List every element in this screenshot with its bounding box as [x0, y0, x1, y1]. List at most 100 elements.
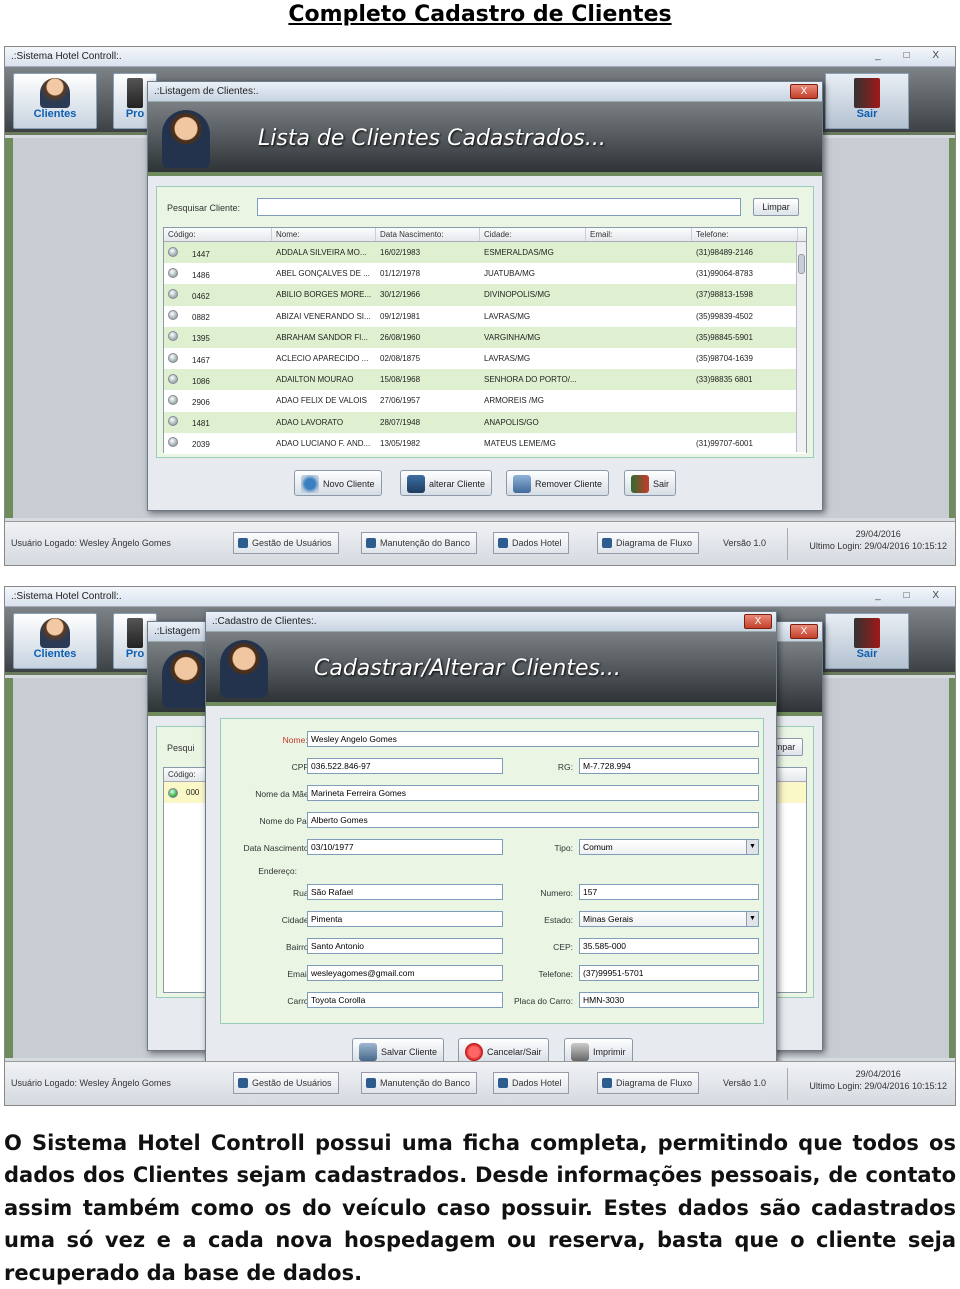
chevron-down-icon[interactable]: ▼: [746, 840, 758, 854]
nascimento-field[interactable]: 03/10/1977: [307, 839, 503, 855]
toolbar-sair-button[interactable]: Sair: [825, 613, 909, 669]
search-label: Pesquisar Cliente:: [167, 203, 241, 213]
cpf-field[interactable]: 036.522.846-97: [307, 758, 503, 774]
table-scrollbar[interactable]: [796, 242, 806, 452]
col-email[interactable]: Email:: [586, 228, 692, 241]
screenshot-client-list: .:Sistema Hotel Controll:. _ □ X Cliente…: [4, 46, 956, 566]
placa-field[interactable]: HMN-3030: [579, 992, 759, 1008]
carro-field[interactable]: Toyota Corolla: [307, 992, 503, 1008]
scroll-thumb[interactable]: [798, 254, 805, 274]
row-radio-icon[interactable]: [168, 416, 178, 427]
tipo-value: Comum: [583, 842, 613, 852]
close-icon[interactable]: X: [790, 84, 818, 99]
table-row[interactable]: 1447 ADDALA SILVEIRA MO... 16/02/1983 ESMER…: [164, 242, 806, 264]
cell-codigo: 1447: [192, 249, 210, 259]
rua-field[interactable]: São Rafael: [307, 884, 503, 900]
table-row[interactable]: 2039 ADAO LUCIANO F. AND... 13/05/1982 MATE…: [164, 432, 806, 454]
nome-field[interactable]: Wesley Angelo Gomes: [307, 731, 759, 747]
imprimir-label: Imprimir: [593, 1047, 626, 1057]
estado-select[interactable]: Minas Gerais ▼: [579, 911, 759, 927]
salvar-cliente-label: Salvar Cliente: [381, 1047, 438, 1057]
remover-cliente-label: Remover Cliente: [535, 479, 603, 489]
search-input[interactable]: [257, 198, 741, 216]
col-telefone[interactable]: Telefone:: [692, 228, 798, 241]
remove-user-icon: [513, 475, 531, 493]
table-row[interactable]: 1395 ABRAHAM SANDOR FI... 26/08/1960 VARGIN…: [164, 326, 806, 348]
row-selected-icon: [168, 787, 178, 798]
gestao-usuarios-button[interactable]: Gestão de Usuários: [233, 1072, 339, 1094]
window-controls[interactable]: _ □ X: [875, 50, 949, 61]
diagrama-fluxo-button[interactable]: Diagrama de Fluxo: [597, 1072, 700, 1094]
email-field[interactable]: wesleyagomes@gmail.com: [307, 965, 503, 981]
toolbar-clientes-button[interactable]: Clientes: [13, 613, 97, 669]
toolbar-sair-label: Sair: [856, 108, 878, 120]
table-row[interactable]: 1486 ABEL GONÇALVES DE ... 01/12/1978 JUATU…: [164, 263, 806, 285]
app-titlebar: .:Sistema Hotel Controll:. _ □ X: [5, 47, 955, 67]
exit-door-icon: [854, 618, 880, 648]
numero-field[interactable]: 157: [579, 884, 759, 900]
manutencao-banco-button[interactable]: Manutenção do Banco: [361, 1072, 478, 1094]
bairro-field[interactable]: Santo Antonio: [307, 938, 503, 954]
cell-tel: (35)98704-1639: [696, 354, 753, 364]
table-row[interactable]: 2906 ADAO FELIX DE VALOIS 27/06/1957 ARMORE…: [164, 390, 806, 412]
row-radio-icon[interactable]: [168, 310, 178, 321]
cell-cidade: MATEUS LEME/MG: [484, 438, 556, 448]
cell-cidade: ESMERALDAS/MG: [484, 248, 554, 258]
row-radio-icon[interactable]: [168, 267, 178, 278]
toolbar-clientes-button[interactable]: Clientes: [13, 73, 97, 129]
cell-nome: ABIZAI VENERANDO SI...: [276, 311, 371, 321]
cep-field[interactable]: 35.585-000: [579, 938, 759, 954]
close-icon[interactable]: X: [744, 614, 772, 629]
table-row[interactable]: 1467 ACLECIO APARECIDO ... 02/08/1875 LAVRA…: [164, 347, 806, 370]
cell-cidade: LAVRAS/MG: [484, 311, 531, 321]
clients-table: Código: Nome: Data Nascimento: Cidade: E…: [163, 227, 807, 454]
table-row[interactable]: 1481 ADAO LAVORATO 28/07/1948 ANAPOLIS/GO: [164, 411, 806, 433]
list-window-title: .:Listagem: [154, 626, 201, 637]
alterar-cliente-button[interactable]: alterar Cliente: [400, 470, 493, 496]
row-radio-icon[interactable]: [168, 394, 178, 405]
row-radio-icon[interactable]: [168, 437, 178, 448]
table-row[interactable]: 1086 ADAILTON MOURAO 15/08/1968 SENHORA DO …: [164, 369, 806, 391]
status-last-login: Ultimo Login: 29/04/2016 10:15:12: [809, 1081, 947, 1091]
food-icon: [127, 78, 143, 108]
telefone-field[interactable]: (37)99951-5701: [579, 965, 759, 981]
row-radio-icon[interactable]: [168, 331, 178, 342]
rg-field[interactable]: M-7.728.994: [579, 758, 759, 774]
row-radio-icon[interactable]: [168, 288, 178, 299]
gestao-usuarios-button[interactable]: Gestão de Usuários: [233, 532, 339, 554]
table-row[interactable]: 0462 ABILIO BORGES MORE... 30/12/1966 DIVIN…: [164, 284, 806, 306]
dados-hotel-button[interactable]: Dados Hotel: [493, 532, 569, 554]
pai-field[interactable]: Alberto Gomes: [307, 812, 759, 828]
sair-button[interactable]: Sair: [624, 470, 677, 496]
row-radio-icon[interactable]: [168, 352, 178, 363]
chevron-down-icon[interactable]: ▼: [746, 912, 758, 926]
limpar-button[interactable]: Limpar: [753, 198, 799, 216]
col-cidade[interactable]: Cidade:: [480, 228, 586, 241]
diagrama-fluxo-button[interactable]: Diagrama de Fluxo: [597, 532, 700, 554]
manutencao-banco-button[interactable]: Manutenção do Banco: [361, 532, 478, 554]
alterar-cliente-label: alterar Cliente: [429, 479, 486, 489]
col-nascimento[interactable]: Data Nascimento:: [376, 228, 480, 241]
status-user: Usuário Logado: Wesley Ângelo Gomes: [11, 1078, 171, 1088]
client-form-window: .:Cadastro de Clientes:. X Cadastrar/Alt…: [205, 611, 777, 1079]
mae-field[interactable]: Marineta Ferreira Gomes: [307, 785, 759, 801]
login-info: 29/04/2016 Ultimo Login: 29/04/2016 10:1…: [809, 528, 947, 552]
remover-cliente-button[interactable]: Remover Cliente: [506, 470, 610, 496]
window-controls[interactable]: _ □ X: [875, 590, 949, 601]
cell-nome: ADAO FELIX DE VALOIS: [276, 396, 367, 406]
pai-label: Nome do Pai:: [259, 816, 312, 826]
exit-door-icon: [631, 475, 649, 493]
form-window-title: .:Cadastro de Clientes:.: [212, 616, 317, 627]
tipo-select[interactable]: Comum ▼: [579, 839, 759, 855]
novo-cliente-button[interactable]: Novo Cliente: [294, 470, 382, 496]
table-row[interactable]: 0882 ABIZAI VENERANDO SI... 09/12/1981 LAVR…: [164, 305, 806, 327]
row-radio-icon[interactable]: [168, 373, 178, 384]
row-radio-icon[interactable]: [168, 246, 178, 257]
toolbar-sair-button[interactable]: Sair: [825, 73, 909, 129]
col-nome[interactable]: Nome:: [272, 228, 376, 241]
cidade-field[interactable]: Pimenta: [307, 911, 503, 927]
dados-hotel-button[interactable]: Dados Hotel: [493, 1072, 569, 1094]
close-icon[interactable]: X: [790, 624, 818, 639]
toolbar-clientes-label: Clientes: [33, 108, 77, 120]
col-codigo[interactable]: Código:: [164, 228, 272, 241]
